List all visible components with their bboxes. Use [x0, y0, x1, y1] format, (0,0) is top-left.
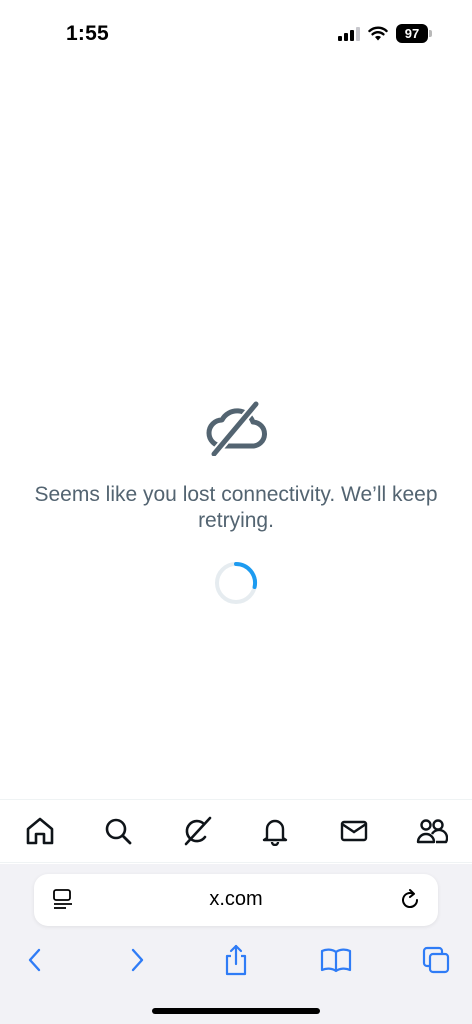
battery-level: 97: [396, 24, 428, 43]
address-bar[interactable]: x.com: [34, 874, 438, 926]
tab-messages[interactable]: [334, 811, 374, 851]
bottom-tab-bar: [0, 799, 472, 863]
tab-notifications[interactable]: [255, 811, 295, 851]
loading-spinner: [215, 561, 258, 604]
back-icon: [28, 948, 41, 972]
grok-icon: [184, 816, 212, 846]
bookmarks-button[interactable]: [316, 940, 356, 980]
forward-icon: [131, 948, 144, 972]
status-bar: 1:55 97: [0, 0, 472, 70]
search-icon: [106, 818, 132, 845]
browser-toolbar: [0, 940, 472, 980]
url-text[interactable]: x.com: [34, 888, 438, 911]
reload-icon[interactable]: [398, 888, 422, 912]
wifi-icon: [368, 26, 388, 41]
cloud-off-icon: [206, 400, 267, 456]
back-button[interactable]: [15, 940, 55, 980]
tab-explore[interactable]: [98, 811, 138, 851]
battery-indicator: 97: [396, 24, 432, 43]
status-time: 1:55: [66, 22, 109, 45]
bell-icon: [262, 819, 288, 846]
tabs-button[interactable]: [416, 940, 456, 980]
forward-button[interactable]: [117, 940, 157, 980]
bookmarks-icon: [320, 948, 352, 973]
home-indicator: [152, 1008, 320, 1014]
browser-chrome: x.com: [0, 864, 472, 1024]
tab-communities[interactable]: [412, 811, 452, 851]
status-icons: 97: [338, 24, 432, 43]
share-icon: [225, 944, 247, 976]
offline-message: Seems like you lost connectivity. We’ll …: [34, 483, 438, 532]
battery-tip: [429, 30, 432, 37]
tabs-icon: [422, 946, 450, 974]
cellular-signal-icon: [338, 26, 360, 41]
home-icon: [26, 817, 54, 845]
mail-icon: [340, 820, 367, 842]
share-button[interactable]: [216, 940, 256, 980]
tab-home[interactable]: [20, 811, 60, 851]
offline-state: Seems like you lost connectivity. We’ll …: [0, 400, 472, 606]
communities-icon: [416, 819, 448, 844]
tab-grok[interactable]: [177, 811, 217, 851]
